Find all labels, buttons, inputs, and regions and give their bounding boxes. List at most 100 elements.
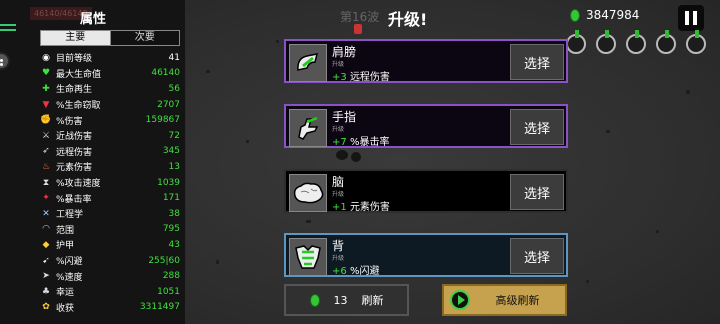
- ranged-icon: ➶: [42, 146, 50, 157]
- level-up-title: 升级!: [388, 10, 428, 29]
- stat-row: ♣ 幸运 1051: [40, 284, 180, 300]
- card-effect: +6 %闪避: [332, 266, 380, 277]
- card-name: 手指: [332, 110, 357, 124]
- stats-tabs: 主要 次要: [40, 30, 180, 46]
- select-button[interactable]: 选择: [510, 174, 564, 210]
- vampire-icon: ▼: [42, 99, 50, 110]
- speed-icon: ➤: [42, 271, 50, 282]
- select-button[interactable]: 选择: [510, 109, 564, 145]
- stat-row: ✕ 工程学 38: [40, 206, 180, 222]
- stat-label: 工程学: [56, 210, 84, 221]
- crit-icon: ✦: [42, 193, 50, 204]
- pause-button[interactable]: [678, 5, 704, 31]
- stat-value: 72: [168, 130, 180, 141]
- stat-row: ⧗ %攻击速度 1039: [40, 175, 180, 191]
- select-button[interactable]: 选择: [510, 44, 564, 80]
- card-name: 背: [332, 239, 345, 253]
- currency-amount: 3847984: [586, 8, 640, 22]
- stat-row: ✊ %伤害 159867: [40, 112, 180, 128]
- turret-icon: [656, 30, 676, 54]
- turret-row: [566, 30, 706, 54]
- turret-icon: [626, 30, 646, 54]
- stat-value: 41: [168, 52, 180, 63]
- advanced-reroll-button[interactable]: 高级刷新: [442, 284, 567, 316]
- melee-icon: ⚔: [41, 130, 51, 141]
- stat-label: %伤害: [56, 116, 83, 127]
- panel-title: 属性: [79, 12, 106, 27]
- range-icon: ◠: [42, 224, 50, 235]
- stat-label: 收获: [56, 303, 75, 314]
- material-gem-icon: [309, 293, 320, 307]
- stat-row: ✚ 生命再生 56: [40, 81, 180, 97]
- turret-icon: [596, 30, 616, 54]
- card-name: 肩膀: [332, 45, 357, 59]
- engineering-icon: ✕: [42, 208, 50, 219]
- card-subtitle: 升级: [332, 61, 345, 68]
- stat-value: 159867: [145, 115, 180, 126]
- material-gem-icon: [570, 8, 580, 22]
- stat-row: ♥ 最大生命值 46140: [40, 66, 180, 82]
- play-video-icon: [450, 290, 470, 310]
- stat-value: 171: [162, 193, 180, 204]
- stat-value: 345: [162, 146, 180, 157]
- currency-display: 3847984: [570, 8, 639, 22]
- stat-row: ✦ %暴击率 171: [40, 190, 180, 206]
- stat-label: 护甲: [56, 241, 75, 252]
- stat-row: ➤ %速度 288: [40, 268, 180, 284]
- turret-icon: [686, 30, 706, 54]
- luck-icon: ♣: [41, 286, 51, 297]
- stat-value: 56: [168, 83, 180, 94]
- stat-row: ▼ %生命窃取 2707: [40, 97, 180, 113]
- stat-row: ➹ %闪避 255|60: [40, 253, 180, 269]
- harvest-icon: ✿: [42, 302, 50, 313]
- card-effect: +3 远程伤害: [332, 72, 390, 83]
- reroll-button[interactable]: 13 刷新: [284, 284, 409, 316]
- armor-icon: ◆: [42, 239, 50, 250]
- damage-icon: ✊: [40, 115, 52, 126]
- upgrade-card-brain: 脑 升级 +1 元素伤害 选择: [284, 169, 568, 213]
- regen-icon: ✚: [42, 83, 50, 94]
- select-button[interactable]: 选择: [510, 238, 564, 274]
- stat-value: 3311497: [139, 302, 180, 313]
- stat-label: 元素伤害: [56, 163, 93, 174]
- stat-label: %速度: [56, 272, 83, 283]
- stat-label: %暴击率: [56, 194, 92, 205]
- heart-icon: ♥: [41, 68, 51, 79]
- stat-value: 46140: [151, 68, 180, 79]
- stat-value: 43: [168, 239, 180, 250]
- stat-row: ✿ 收获 3311497: [40, 300, 180, 316]
- stat-label: 生命再生: [56, 85, 93, 96]
- level-icon: ◉: [42, 52, 50, 63]
- stat-label: 幸运: [56, 288, 75, 299]
- stat-label: 目前等级: [56, 54, 93, 65]
- tab-primary[interactable]: 主要: [41, 31, 110, 45]
- stat-label: %生命窃取: [56, 101, 101, 112]
- stat-row: ⚔ 近战伤害 72: [40, 128, 180, 144]
- stat-value: 288: [162, 271, 180, 282]
- reroll-label: 刷新: [361, 294, 384, 307]
- tab-secondary[interactable]: 次要: [109, 31, 179, 45]
- finger-icon: [289, 109, 327, 147]
- stat-value: 255|60: [148, 255, 180, 266]
- stat-row: ◆ 护甲 43: [40, 237, 180, 253]
- stat-label: 远程伤害: [56, 147, 93, 158]
- stat-label: 范围: [56, 225, 75, 236]
- shoulder-icon: [289, 44, 327, 82]
- back-icon: [289, 238, 327, 276]
- elemental-icon: ♨: [41, 161, 51, 172]
- wave-marker-icon: [354, 24, 362, 34]
- brain-icon: [289, 174, 327, 212]
- character-avatar[interactable]: [0, 52, 10, 70]
- stats-list: ◉ 目前等级 41 ♥ 最大生命值 46140 ✚ 生命再生 56 ▼ %生命窃取 2707 ✊ %伤害 1…: [40, 50, 180, 315]
- stat-row: ◉ 目前等级 41: [40, 50, 180, 66]
- stat-value: 795: [162, 224, 180, 235]
- card-name: 脑: [332, 175, 345, 189]
- upgrade-card-back: 背 升级 +6 %闪避 选择: [284, 233, 568, 277]
- stat-value: 13: [168, 161, 180, 172]
- card-subtitle: 升级: [332, 255, 345, 262]
- dodge-icon: ➹: [42, 255, 50, 266]
- stat-label: %攻击速度: [56, 179, 101, 190]
- stats-panel: 46140/46140 属性 主要 次要 ◉ 目前等级 41 ♥ 最大生命值 46140 ✚…: [0, 0, 186, 324]
- advanced-reroll-label: 高级刷新: [495, 294, 540, 307]
- hourglass-icon: ⧗: [42, 177, 50, 188]
